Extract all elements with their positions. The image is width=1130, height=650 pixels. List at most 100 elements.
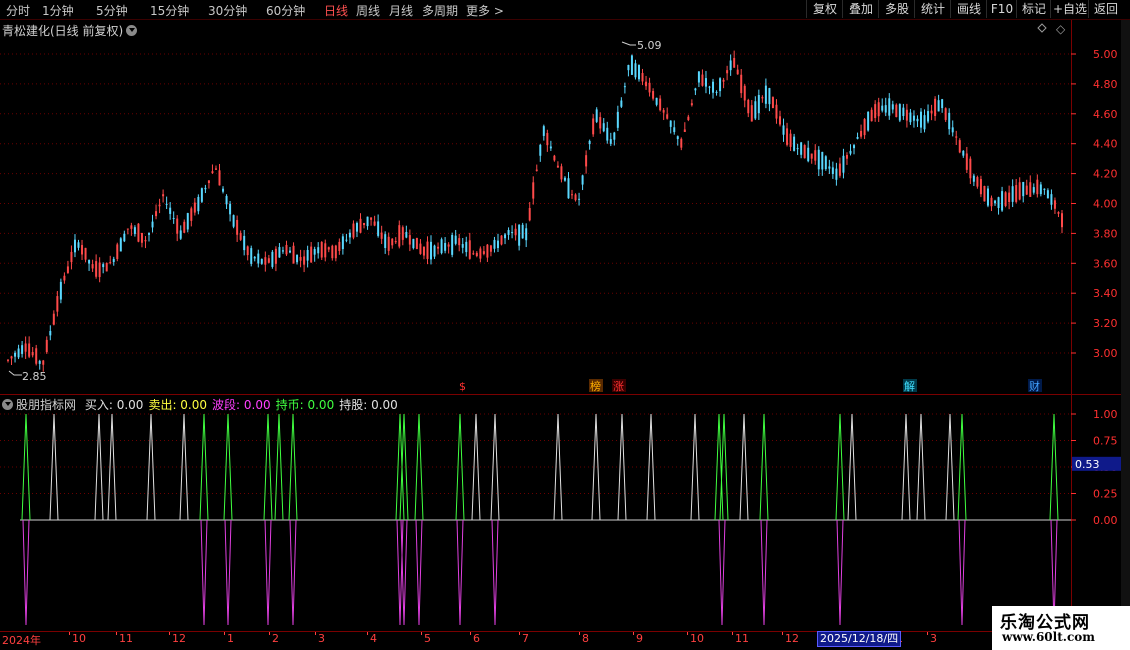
diamond-icon[interactable] [1037, 23, 1047, 33]
candle-body [1053, 200, 1056, 209]
event-marker[interactable]: 解 [904, 379, 915, 393]
candle-body [514, 228, 517, 236]
candle-body [21, 345, 24, 354]
kline-chart[interactable]: ◇ 5.00 4.80 4.60 4.40 4.20 4.00 3.80 3.60 3.40 3.… [0, 0, 1130, 632]
candle-body [845, 154, 848, 159]
indicator-item-label: 波段: [212, 398, 241, 412]
time-axis-tick [224, 632, 225, 635]
candle-body [652, 91, 655, 99]
event-marker[interactable]: $ [459, 380, 466, 393]
candle-body [334, 245, 337, 259]
candle-body [271, 251, 274, 267]
candle-body [112, 258, 115, 263]
candle-body [303, 256, 306, 265]
candle-body [352, 223, 355, 238]
candle-body [204, 187, 207, 190]
candle-body [712, 81, 715, 93]
indicator-item: 持股: 0.00 [339, 398, 398, 412]
candle-body [874, 104, 877, 119]
candle-body [172, 217, 175, 219]
candle-body [366, 216, 369, 227]
candle-body [828, 166, 831, 169]
candle-body [246, 246, 249, 256]
candle-body [341, 236, 344, 250]
candle-body [324, 243, 327, 258]
time-axis-label: 6 [473, 632, 480, 645]
candle-body [1050, 194, 1053, 205]
candle-body [264, 257, 267, 265]
candle-body [1022, 181, 1025, 197]
candle-body [504, 234, 507, 239]
candle-body [222, 188, 225, 192]
indicator-spike-down [718, 519, 726, 626]
candle-body [778, 116, 781, 125]
candle-body [468, 240, 471, 259]
candle-body [736, 69, 739, 75]
candle-body [856, 136, 859, 139]
candle-body [637, 65, 640, 80]
candle-body [729, 60, 732, 71]
candle-body [581, 175, 584, 185]
event-markers: $ 榜涨 解 财 [459, 379, 1042, 393]
candle-body [91, 264, 94, 269]
candle-body [687, 116, 690, 120]
event-marker[interactable]: 财 [1029, 379, 1040, 393]
indicator-spike-down [836, 519, 844, 626]
candle-body [45, 339, 48, 353]
candle-body [902, 107, 905, 117]
candle-body [229, 203, 232, 215]
time-axis-tick [421, 632, 422, 635]
right-scroll-strip[interactable] [1121, 20, 1130, 632]
event-marker[interactable]: 榜 [590, 379, 601, 393]
candle-body [814, 150, 817, 161]
candle-body [831, 167, 834, 174]
candle-body [116, 244, 119, 259]
candle-body [10, 356, 13, 359]
candle-body [796, 148, 799, 150]
candle-body [606, 127, 609, 141]
candle-body [860, 130, 863, 137]
candle-body [179, 230, 182, 239]
candle-body [454, 235, 457, 244]
candle-body [817, 149, 820, 170]
candle-body [387, 236, 390, 251]
candle-body [588, 140, 591, 145]
time-axis-tick [687, 632, 688, 635]
candle-body [289, 250, 292, 253]
candle-body [1001, 191, 1004, 211]
candle-body [475, 252, 478, 257]
time-axis-tick [927, 632, 928, 635]
candle-body [726, 70, 729, 74]
time-axis-tick [116, 632, 117, 635]
candle-body [98, 262, 101, 278]
time-axis-label: 11 [119, 632, 133, 645]
candle-body [415, 237, 418, 250]
candle-body [923, 115, 926, 130]
candle-body [567, 178, 570, 199]
candle-body [659, 98, 662, 111]
candle-body [218, 170, 221, 186]
candle-body [257, 253, 260, 264]
candle-body [274, 248, 277, 264]
candle-body [338, 241, 341, 251]
candle-body [370, 217, 373, 220]
candle-body [317, 247, 320, 254]
candle-body [81, 245, 84, 255]
event-marker[interactable]: 涨 [613, 380, 624, 393]
price-grid [0, 53, 1071, 354]
chart-settings-icon[interactable]: ◇ [1056, 22, 1066, 36]
candle-body [574, 194, 577, 201]
time-axis-label: 5 [424, 632, 431, 645]
indicator-spike-down [456, 519, 464, 626]
candle-body [722, 79, 725, 82]
candle-body [842, 155, 845, 173]
indicator-dropdown-icon[interactable] [2, 399, 13, 410]
indicator-item-value: 0.00 [176, 398, 208, 412]
candle-body [355, 223, 358, 232]
candle-body [200, 188, 203, 202]
candle-body [310, 246, 313, 263]
candle-body [782, 125, 785, 135]
candle-body [701, 74, 704, 86]
time-axis-tick [519, 632, 520, 635]
indicator-current-value: 0.53 [1075, 458, 1100, 471]
